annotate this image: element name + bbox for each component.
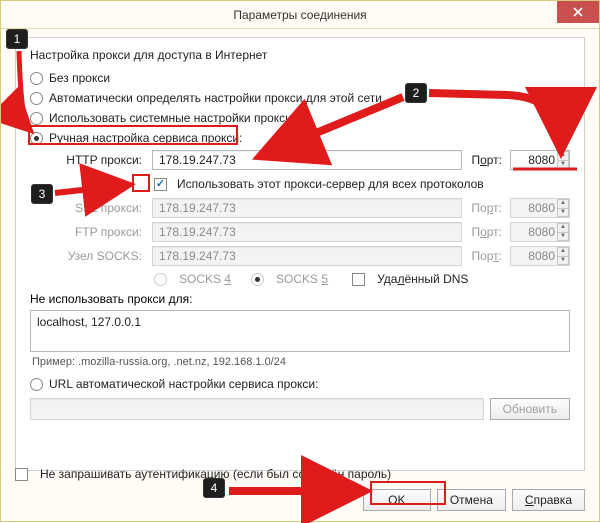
no-proxy-label: Не использовать прокси для: <box>30 292 570 306</box>
socks-host-input: 178.19.247.73 <box>152 246 462 266</box>
radio-socks4 <box>154 273 167 286</box>
radio-icon <box>30 378 43 391</box>
radio-icon <box>30 72 43 85</box>
http-proxy-input[interactable]: 178.19.247.73 <box>152 150 462 170</box>
ftp-label: FTP прокси: <box>48 225 148 239</box>
socks-port-label: Порт: <box>466 249 506 263</box>
section-heading: Настройка прокси для доступа в Интернет <box>30 48 570 62</box>
dialog-content: Настройка прокси для доступа в Интернет … <box>15 37 585 471</box>
radio-icon <box>30 132 43 145</box>
help-button[interactable]: Справка <box>512 489 585 511</box>
radio-auto-detect[interactable]: Автоматически определять настройки прокс… <box>30 88 570 108</box>
close-button[interactable] <box>557 1 599 23</box>
titlebar: Параметры соединения <box>1 1 599 29</box>
window-title: Параметры соединения <box>233 8 366 22</box>
http-port-label: Порт: <box>466 153 506 167</box>
radio-label: Использовать системные настройки прокси <box>49 111 292 125</box>
pac-url-input <box>30 398 484 420</box>
ssl-port-label: Порт: <box>466 201 506 215</box>
no-proxy-textarea[interactable]: localhost, 127.0.0.1 <box>30 310 570 352</box>
no-auth-prompt-checkbox[interactable] <box>15 468 28 481</box>
radio-label: Без прокси <box>49 71 110 85</box>
use-for-all-checkbox[interactable] <box>154 178 167 191</box>
socks5-label: SOCKS 5 <box>276 272 328 286</box>
radio-label: Ручная настройка сервиса прокси: <box>49 131 242 145</box>
radio-icon <box>30 112 43 125</box>
radio-icon <box>30 92 43 105</box>
http-label: HTTP прокси: <box>48 153 148 167</box>
spinner-icon: ▲▼ <box>557 247 569 265</box>
reload-button[interactable]: Обновить <box>490 398 570 420</box>
use-for-all-label: Использовать этот прокси-сервер для всех… <box>177 177 484 191</box>
ssl-proxy-input: 178.19.247.73 <box>152 198 462 218</box>
remote-dns-checkbox[interactable] <box>352 273 365 286</box>
ok-button[interactable]: OK <box>363 489 431 511</box>
radio-manual-proxy[interactable]: Ручная настройка сервиса прокси: <box>30 128 570 148</box>
no-proxy-example: Пример: .mozilla-russia.org, .net.nz, 19… <box>30 356 570 368</box>
radio-pac-url[interactable]: URL автоматической настройки сервиса про… <box>30 374 570 394</box>
radio-no-proxy[interactable]: Без прокси <box>30 68 570 88</box>
spinner-icon: ▲▼ <box>557 199 569 217</box>
ssl-label: SSL прокси: <box>48 201 148 215</box>
radio-label: Автоматически определять настройки прокс… <box>49 91 382 105</box>
radio-system-proxy[interactable]: Использовать системные настройки прокси <box>30 108 570 128</box>
spinner-icon: ▲▼ <box>557 223 569 241</box>
no-auth-prompt-label: Не запрашивать аутентификацию (если был … <box>40 467 391 481</box>
ftp-proxy-input: 178.19.247.73 <box>152 222 462 242</box>
radio-label: URL автоматической настройки сервиса про… <box>49 377 318 391</box>
remote-dns-label: Удалённый DNS <box>377 272 468 286</box>
cancel-button[interactable]: Отмена <box>437 489 506 511</box>
bottom-bar: Не запрашивать аутентификацию (если был … <box>15 467 585 511</box>
socks4-label: SOCKS 4 <box>179 272 231 286</box>
socks-label: Узел SOCKS: <box>48 249 148 263</box>
ftp-port-label: Порт: <box>466 225 506 239</box>
spinner-icon[interactable]: ▲▼ <box>557 151 569 169</box>
radio-socks5 <box>251 273 264 286</box>
